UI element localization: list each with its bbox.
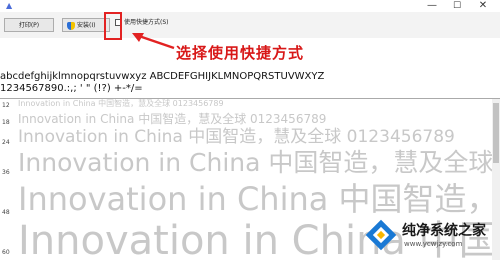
shield-icon <box>67 21 75 30</box>
watermark-logo-icon <box>365 219 397 251</box>
size-label: 60 <box>2 249 10 256</box>
highlight-box <box>104 12 122 40</box>
app-icon: ▲ <box>6 1 13 10</box>
charset-preview: abcdefghijklmnopqrstuvwxyz ABCDEFGHIJKLM… <box>0 66 500 99</box>
charset-line-symbols: 1234567890.:,; ' " (!?) +-*/= <box>0 83 143 94</box>
size-label: 12 <box>2 102 10 109</box>
annotation-text: 选择使用快捷方式 <box>176 44 305 62</box>
watermark: 纯净系统之家 www.ycwjzy.com <box>365 218 498 258</box>
minimize-button[interactable]: — <box>421 0 443 12</box>
sample-text: Innovation in China 中国智造，慧及全球 0123456789 <box>18 99 224 108</box>
print-button[interactable]: 打印(P) <box>4 18 54 32</box>
scrollbar-thumb[interactable] <box>493 103 499 163</box>
arrow-icon <box>132 33 175 50</box>
size-label: 36 <box>2 169 10 176</box>
toolbar: 打印(P) 安装(I) <box>0 12 500 38</box>
title-bar: ▲ — ☐ ✕ <box>0 0 500 12</box>
watermark-title: 纯净系统之家 <box>402 223 486 239</box>
install-button[interactable]: 安装(I) <box>62 18 110 32</box>
size-label: 48 <box>2 209 10 216</box>
charset-line-letters: abcdefghijklmnopqrstuvwxyz ABCDEFGHIJKLM… <box>0 71 325 82</box>
watermark-url: www.ycwjzy.com <box>404 240 463 248</box>
sample-text: Innovation in China 中国智造，慧及全球 0123456789 <box>18 112 327 126</box>
size-label: 24 <box>2 139 10 146</box>
sample-text: Innovation in China 中国智造，慧及全球 0123456789 <box>18 180 500 218</box>
size-label: 18 <box>2 119 10 126</box>
sample-text: Innovation in China 中国智造，慧及全球 0123456789 <box>18 148 500 177</box>
use-shortcut-option[interactable]: 使用快捷方式(S) <box>115 18 169 28</box>
sample-text: Innovation in China 中国智造，慧及全球 0123456789 <box>18 127 455 147</box>
use-shortcut-label: 使用快捷方式(S) <box>124 19 169 26</box>
close-button[interactable]: ✕ <box>472 0 494 12</box>
install-label: 安装(I) <box>77 22 96 29</box>
maximize-button[interactable]: ☐ <box>446 0 468 12</box>
